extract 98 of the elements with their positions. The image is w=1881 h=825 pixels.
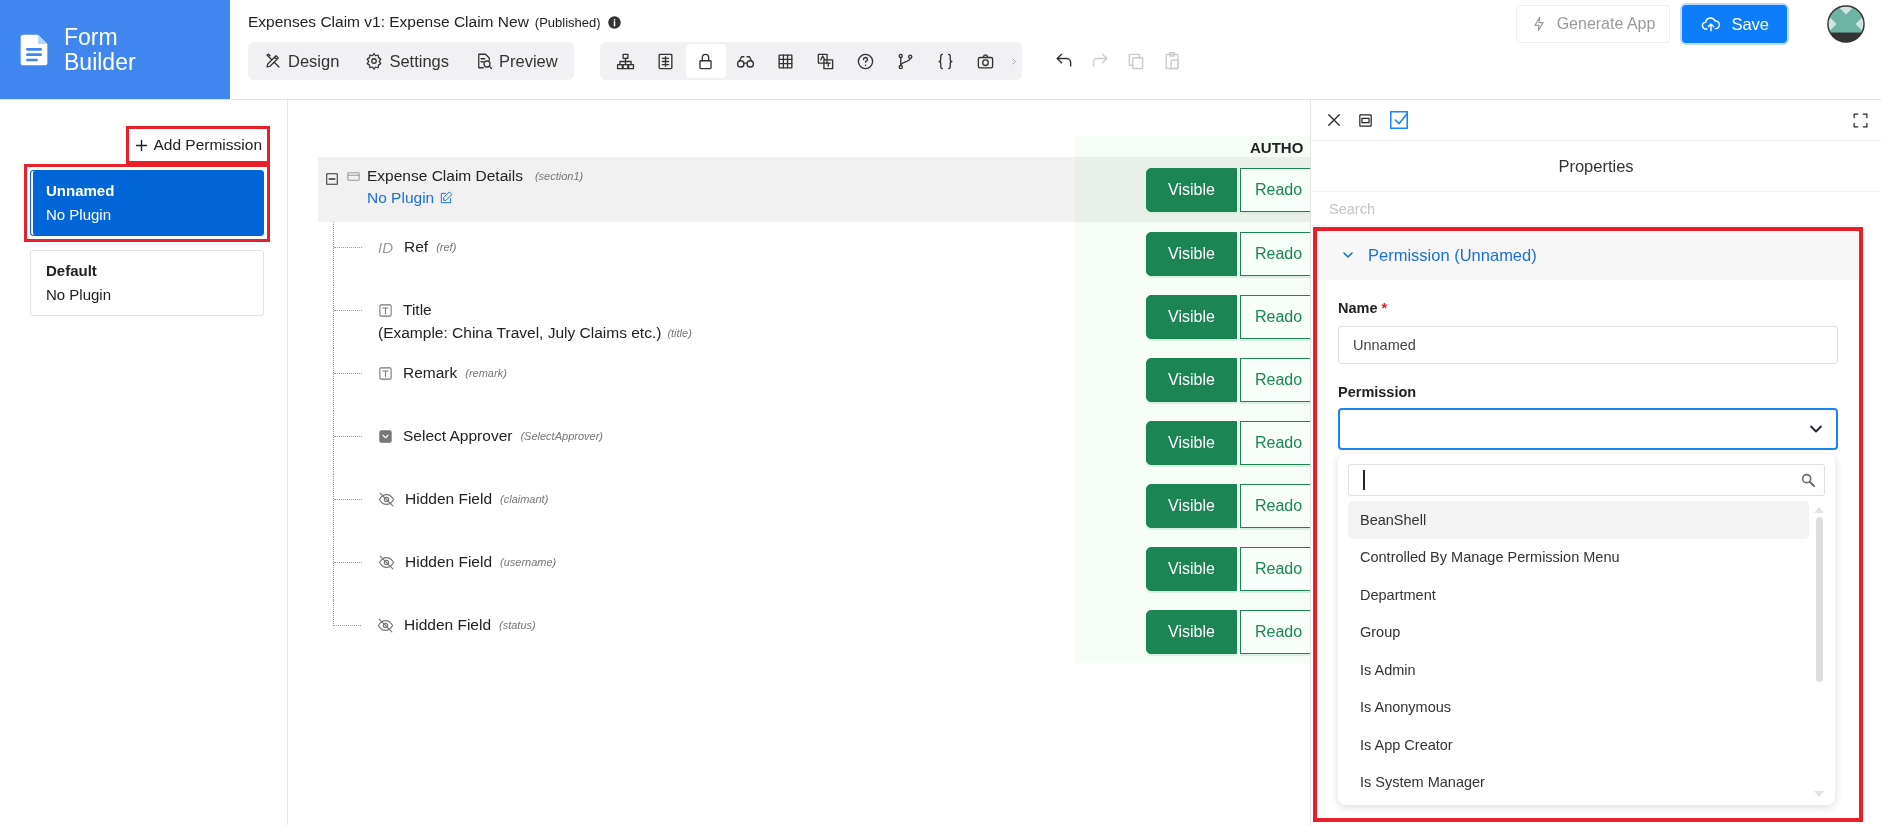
field-label: Hidden Field xyxy=(405,553,493,571)
app-title: Form Builder xyxy=(64,24,137,75)
status-label: (Published) xyxy=(534,14,601,30)
readonly-toggle[interactable]: Reado xyxy=(1240,357,1310,402)
visible-toggle[interactable]: Visible xyxy=(1146,167,1237,212)
visible-toggle[interactable]: Visible xyxy=(1146,294,1237,339)
preview-icon xyxy=(475,52,493,70)
field-label: Hidden Field xyxy=(404,616,492,634)
name-input[interactable]: Unnamed xyxy=(1338,326,1838,364)
field-id: (SelectApprover) xyxy=(520,430,603,442)
field-label: Select Approver xyxy=(403,427,513,445)
camera-icon xyxy=(976,51,996,71)
readonly-toggle[interactable]: Reado xyxy=(1240,546,1310,591)
readonly-toggle[interactable]: Reado xyxy=(1240,294,1310,339)
field-label: Permission xyxy=(1338,384,1417,400)
field-label: Ref xyxy=(404,238,429,256)
permission-select[interactable] xyxy=(1338,408,1838,450)
cloud-upload-icon xyxy=(1700,14,1723,34)
section-header[interactable]: Permission (Unnamed) xyxy=(1316,230,1860,280)
field-note: (Example: China Travel, July Claims etc.) xyxy=(378,324,662,342)
checkbox-icon xyxy=(1388,109,1410,131)
field-id: (claimant) xyxy=(500,493,549,505)
dropdown-option[interactable]: BeanShell xyxy=(1348,501,1809,539)
search-icon xyxy=(1800,472,1816,488)
edit-icon xyxy=(439,191,454,205)
id-icon: ID xyxy=(378,238,394,256)
hierarchy-icon xyxy=(616,51,636,71)
visible-toggle[interactable]: Visible xyxy=(1146,546,1237,591)
field-label: Title xyxy=(403,301,432,319)
readonly-toggle[interactable]: Reado xyxy=(1240,167,1310,212)
view-tab[interactable]: Preview xyxy=(465,45,568,77)
dropdown-option[interactable]: Is Anonymous xyxy=(1348,688,1809,726)
visible-toggle[interactable]: Visible xyxy=(1146,483,1237,528)
tree-line xyxy=(333,537,364,600)
plus-icon xyxy=(134,137,150,153)
view-tab[interactable]: Settings xyxy=(355,45,459,77)
checkbox-button[interactable] xyxy=(1388,109,1410,131)
close-icon xyxy=(1325,111,1343,129)
text-field-icon xyxy=(378,302,393,318)
close-button[interactable] xyxy=(1325,111,1343,129)
visible-toggle[interactable]: Visible xyxy=(1146,609,1237,654)
dropdown-option[interactable]: Is App Creator xyxy=(1348,726,1809,764)
field-label: Hidden Field xyxy=(405,490,493,508)
dropdown-search-field[interactable] xyxy=(1348,464,1825,496)
dropdown-option[interactable]: Group xyxy=(1348,613,1809,651)
field-id: (username) xyxy=(500,556,557,568)
hidden-eye-icon xyxy=(378,553,395,571)
design-icon xyxy=(264,52,282,70)
field-id: (remark) xyxy=(465,367,507,379)
help-icon xyxy=(856,51,876,71)
avatar[interactable] xyxy=(1827,5,1865,43)
readonly-toggle[interactable]: Reado xyxy=(1240,609,1310,654)
view-tab[interactable]: Design xyxy=(254,45,350,77)
plugin-link[interactable]: No Plugin xyxy=(367,189,454,207)
readonly-toggle[interactable]: Reado xyxy=(1240,483,1310,528)
panel-title: Properties xyxy=(1558,156,1634,176)
tree-line xyxy=(333,285,364,348)
minus-box-icon xyxy=(325,172,339,186)
settings-icon xyxy=(365,52,384,70)
permission-item[interactable]: Unnamed No Plugin xyxy=(30,170,264,236)
form-button[interactable] xyxy=(1357,111,1374,129)
tree-line xyxy=(333,348,364,411)
field-id: (ref) xyxy=(436,241,457,253)
field-id: (title) xyxy=(667,327,692,339)
text-field-icon xyxy=(378,365,393,381)
dropdown-option[interactable]: Controlled By Manage Permission Menu xyxy=(1348,538,1809,576)
field-label: Name xyxy=(1338,300,1378,316)
field-id: (status) xyxy=(499,619,536,631)
visible-toggle[interactable]: Visible xyxy=(1146,420,1237,465)
readonly-toggle[interactable]: Reado xyxy=(1240,420,1310,465)
translate-icon xyxy=(816,51,836,71)
column-header: AUTHO xyxy=(1075,136,1310,157)
text-cursor xyxy=(1363,470,1365,490)
dropdown-option[interactable]: Is Admin xyxy=(1348,651,1809,689)
tree-line xyxy=(333,411,364,474)
readonly-toggle[interactable]: Reado xyxy=(1240,231,1310,276)
required-mark: * xyxy=(1381,300,1388,316)
document-icon xyxy=(656,51,676,71)
save-button[interactable]: Save xyxy=(1682,5,1787,43)
dropdown-option[interactable]: Is System Manager xyxy=(1348,763,1809,801)
field-label: Remark xyxy=(403,364,458,382)
info-icon xyxy=(606,14,622,30)
visible-toggle[interactable]: Visible xyxy=(1146,231,1237,276)
tree-line xyxy=(333,474,364,537)
form-title: Expenses Claim v1: Expense Claim New xyxy=(248,13,529,31)
dropdown-field-icon xyxy=(378,428,393,444)
permission-item[interactable]: Default No Plugin xyxy=(30,250,264,316)
fullscreen-icon xyxy=(1852,111,1869,129)
hidden-eye-icon xyxy=(378,490,395,508)
field-id: (section1) xyxy=(534,170,584,182)
visible-toggle[interactable]: Visible xyxy=(1146,357,1237,402)
hidden-eye-icon xyxy=(377,616,394,634)
form-icon xyxy=(1357,111,1374,129)
dropdown-option[interactable]: Department xyxy=(1348,576,1809,614)
section-label: Expense Claim Details xyxy=(367,167,523,185)
tree-line xyxy=(333,222,364,285)
grid-icon xyxy=(776,51,796,71)
lock-tool[interactable] xyxy=(685,44,726,78)
